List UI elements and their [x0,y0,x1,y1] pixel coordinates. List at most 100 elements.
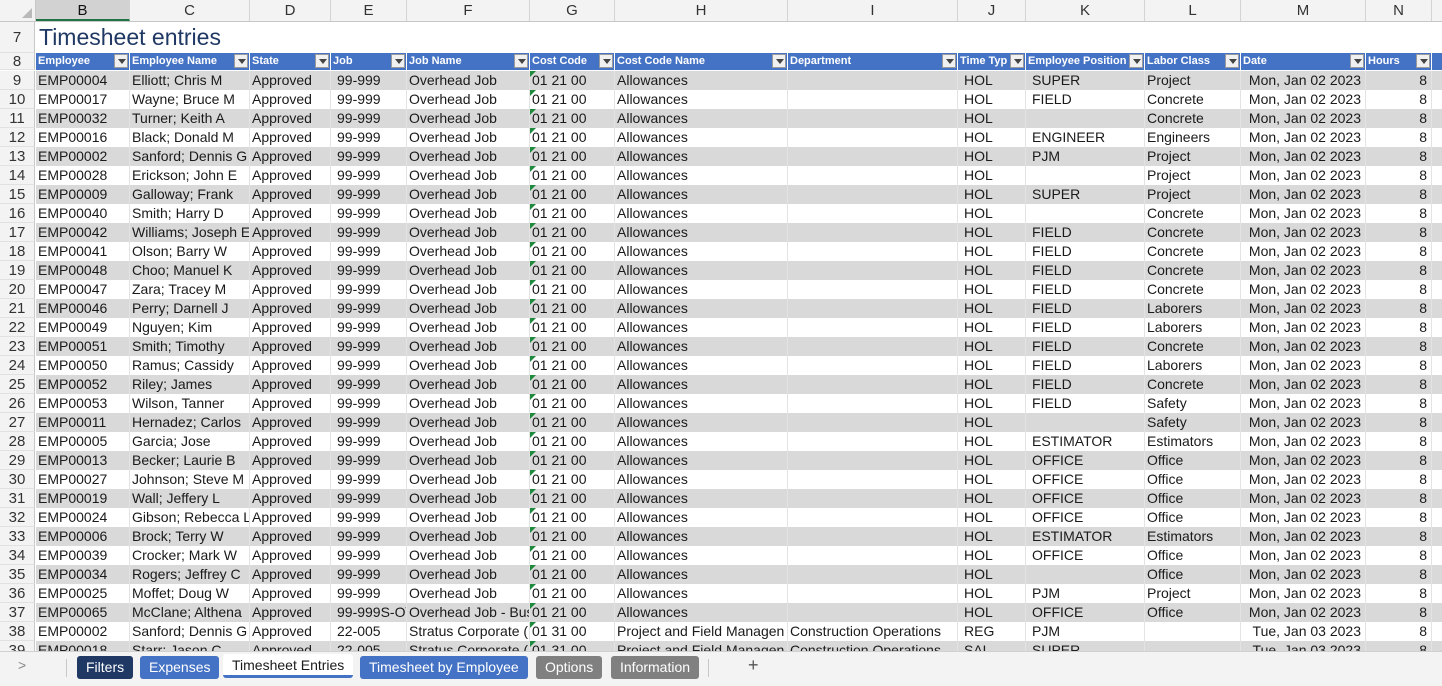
table-cell[interactable]: Overhead Job [407,451,530,470]
table-cell[interactable]: 01 21 00 [530,223,615,242]
table-cell[interactable]: Approved [250,261,331,280]
table-cell[interactable]: EMP00048 [36,261,130,280]
table-cell[interactable]: Project and Field Managen [615,641,788,651]
table-cell[interactable]: Estimators [1145,432,1241,451]
row-header[interactable]: 20 [0,280,35,299]
table-cell[interactable]: Starr; Jason C [130,641,250,651]
filter-dropdown-icon[interactable] [942,54,956,68]
table-cell[interactable]: FIELD [1026,280,1145,299]
table-cell[interactable]: 8 [1366,584,1432,603]
table-cell[interactable]: Overhead Job [407,584,530,603]
table-cell[interactable]: SUPER [1026,641,1145,651]
table-cell[interactable]: Turner; Keith A [130,109,250,128]
table-cell[interactable]: 99-999 [331,128,407,147]
table-cell[interactable]: 99-999 [331,546,407,565]
table-cell[interactable] [788,489,958,508]
table-cell[interactable]: Williams; Joseph E [130,223,250,242]
row-header[interactable]: 21 [0,299,35,318]
table-cell[interactable]: Mon, Jan 02 2023 [1241,90,1366,109]
table-cell[interactable] [788,394,958,413]
table-cell[interactable]: Sanford; Dennis G [130,147,250,166]
table-cell[interactable]: Crocker; Mark W [130,546,250,565]
table-cell[interactable]: Safety [1145,413,1241,432]
table-cell[interactable]: Concrete [1145,109,1241,128]
table-cell[interactable]: 01 21 00 [530,109,615,128]
table-cell[interactable]: EMP00032 [36,109,130,128]
table-cell[interactable]: Wayne; Bruce M [130,90,250,109]
column-header-l[interactable]: L [1145,0,1241,21]
table-cell[interactable]: 99-999 [331,261,407,280]
table-cell[interactable]: EMP00004 [36,71,130,90]
table-cell[interactable]: Riley; James [130,375,250,394]
table-cell[interactable]: Estimators [1145,527,1241,546]
table-cell[interactable]: Becker; Laurie B [130,451,250,470]
table-cell[interactable]: Allowances [615,71,788,90]
table-cell[interactable]: Moffet; Doug W [130,584,250,603]
table-cell[interactable]: 99-999 [331,337,407,356]
table-cell[interactable]: 01 21 00 [530,413,615,432]
table-cell[interactable]: Smith; Timothy [130,337,250,356]
row-header[interactable]: 17 [0,223,35,242]
row-header[interactable]: 31 [0,489,35,508]
table-cell[interactable]: Overhead Job - Bus [407,603,530,622]
sheet-tab-timesheet-by-employee[interactable]: Timesheet by Employee [360,656,528,679]
table-cell[interactable] [788,451,958,470]
table-cell[interactable]: Overhead Job [407,470,530,489]
table-cell[interactable]: 99-999 [331,489,407,508]
table-cell[interactable] [788,109,958,128]
table-cell[interactable]: 8 [1366,223,1432,242]
table-cell[interactable]: HOL [958,147,1026,166]
table-cell[interactable]: Concrete [1145,223,1241,242]
table-cell[interactable]: 99-999 [331,242,407,261]
column-header-c[interactable]: C [130,0,250,21]
table-cell[interactable]: EMP00051 [36,337,130,356]
table-cell[interactable]: Concrete [1145,337,1241,356]
table-cell[interactable]: EMP00005 [36,432,130,451]
table-cell[interactable]: 99-999 [331,223,407,242]
table-cell[interactable]: Mon, Jan 02 2023 [1241,280,1366,299]
table-cell[interactable]: HOL [958,527,1026,546]
table-cell[interactable] [788,527,958,546]
table-cell[interactable]: Office [1145,470,1241,489]
table-cell[interactable] [788,185,958,204]
sheet-nav-arrow-icon[interactable]: > [18,657,26,673]
table-cell[interactable]: 01 31 00 [530,622,615,641]
table-cell[interactable]: Wall; Jeffery L [130,489,250,508]
table-cell[interactable]: Approved [250,356,331,375]
table-cell[interactable]: 99-999 [331,204,407,223]
table-cell[interactable]: Laborers [1145,299,1241,318]
table-cell[interactable]: HOL [958,242,1026,261]
table-cell[interactable]: Allowances [615,128,788,147]
table-cell[interactable]: Mon, Jan 02 2023 [1241,584,1366,603]
row-header[interactable]: 9 [0,71,35,90]
table-cell[interactable]: 99-999 [331,451,407,470]
table-cell[interactable]: Approved [250,527,331,546]
table-cell[interactable]: Concrete [1145,242,1241,261]
table-cell[interactable] [788,166,958,185]
table-cell[interactable]: Allowances [615,280,788,299]
filter-dropdown-icon[interactable] [1416,54,1430,68]
table-cell[interactable]: EMP00028 [36,166,130,185]
table-cell[interactable]: 8 [1366,489,1432,508]
table-cell[interactable]: EMP00050 [36,356,130,375]
table-cell[interactable]: Overhead Job [407,128,530,147]
table-cell[interactable]: Overhead Job [407,204,530,223]
table-cell[interactable]: 99-999 [331,394,407,413]
table-cell[interactable]: Tue, Jan 03 2023 [1241,622,1366,641]
table-cell[interactable]: 01 21 00 [530,128,615,147]
table-cell[interactable]: HOL [958,508,1026,527]
table-cell[interactable]: Allowances [615,432,788,451]
table-cell[interactable]: Mon, Jan 02 2023 [1241,261,1366,280]
table-cell[interactable]: 99-999 [331,147,407,166]
table-cell[interactable]: HOL [958,413,1026,432]
table-cell[interactable]: Allowances [615,565,788,584]
table-cell[interactable]: EMP00034 [36,565,130,584]
table-cell[interactable]: Approved [250,128,331,147]
table-cell[interactable]: Approved [250,565,331,584]
table-cell[interactable]: 99-999 [331,90,407,109]
table-cell[interactable]: 01 21 00 [530,90,615,109]
table-cell[interactable]: 01 21 00 [530,546,615,565]
table-cell[interactable]: Allowances [615,223,788,242]
row-header[interactable]: 22 [0,318,35,337]
table-cell[interactable]: Office [1145,489,1241,508]
